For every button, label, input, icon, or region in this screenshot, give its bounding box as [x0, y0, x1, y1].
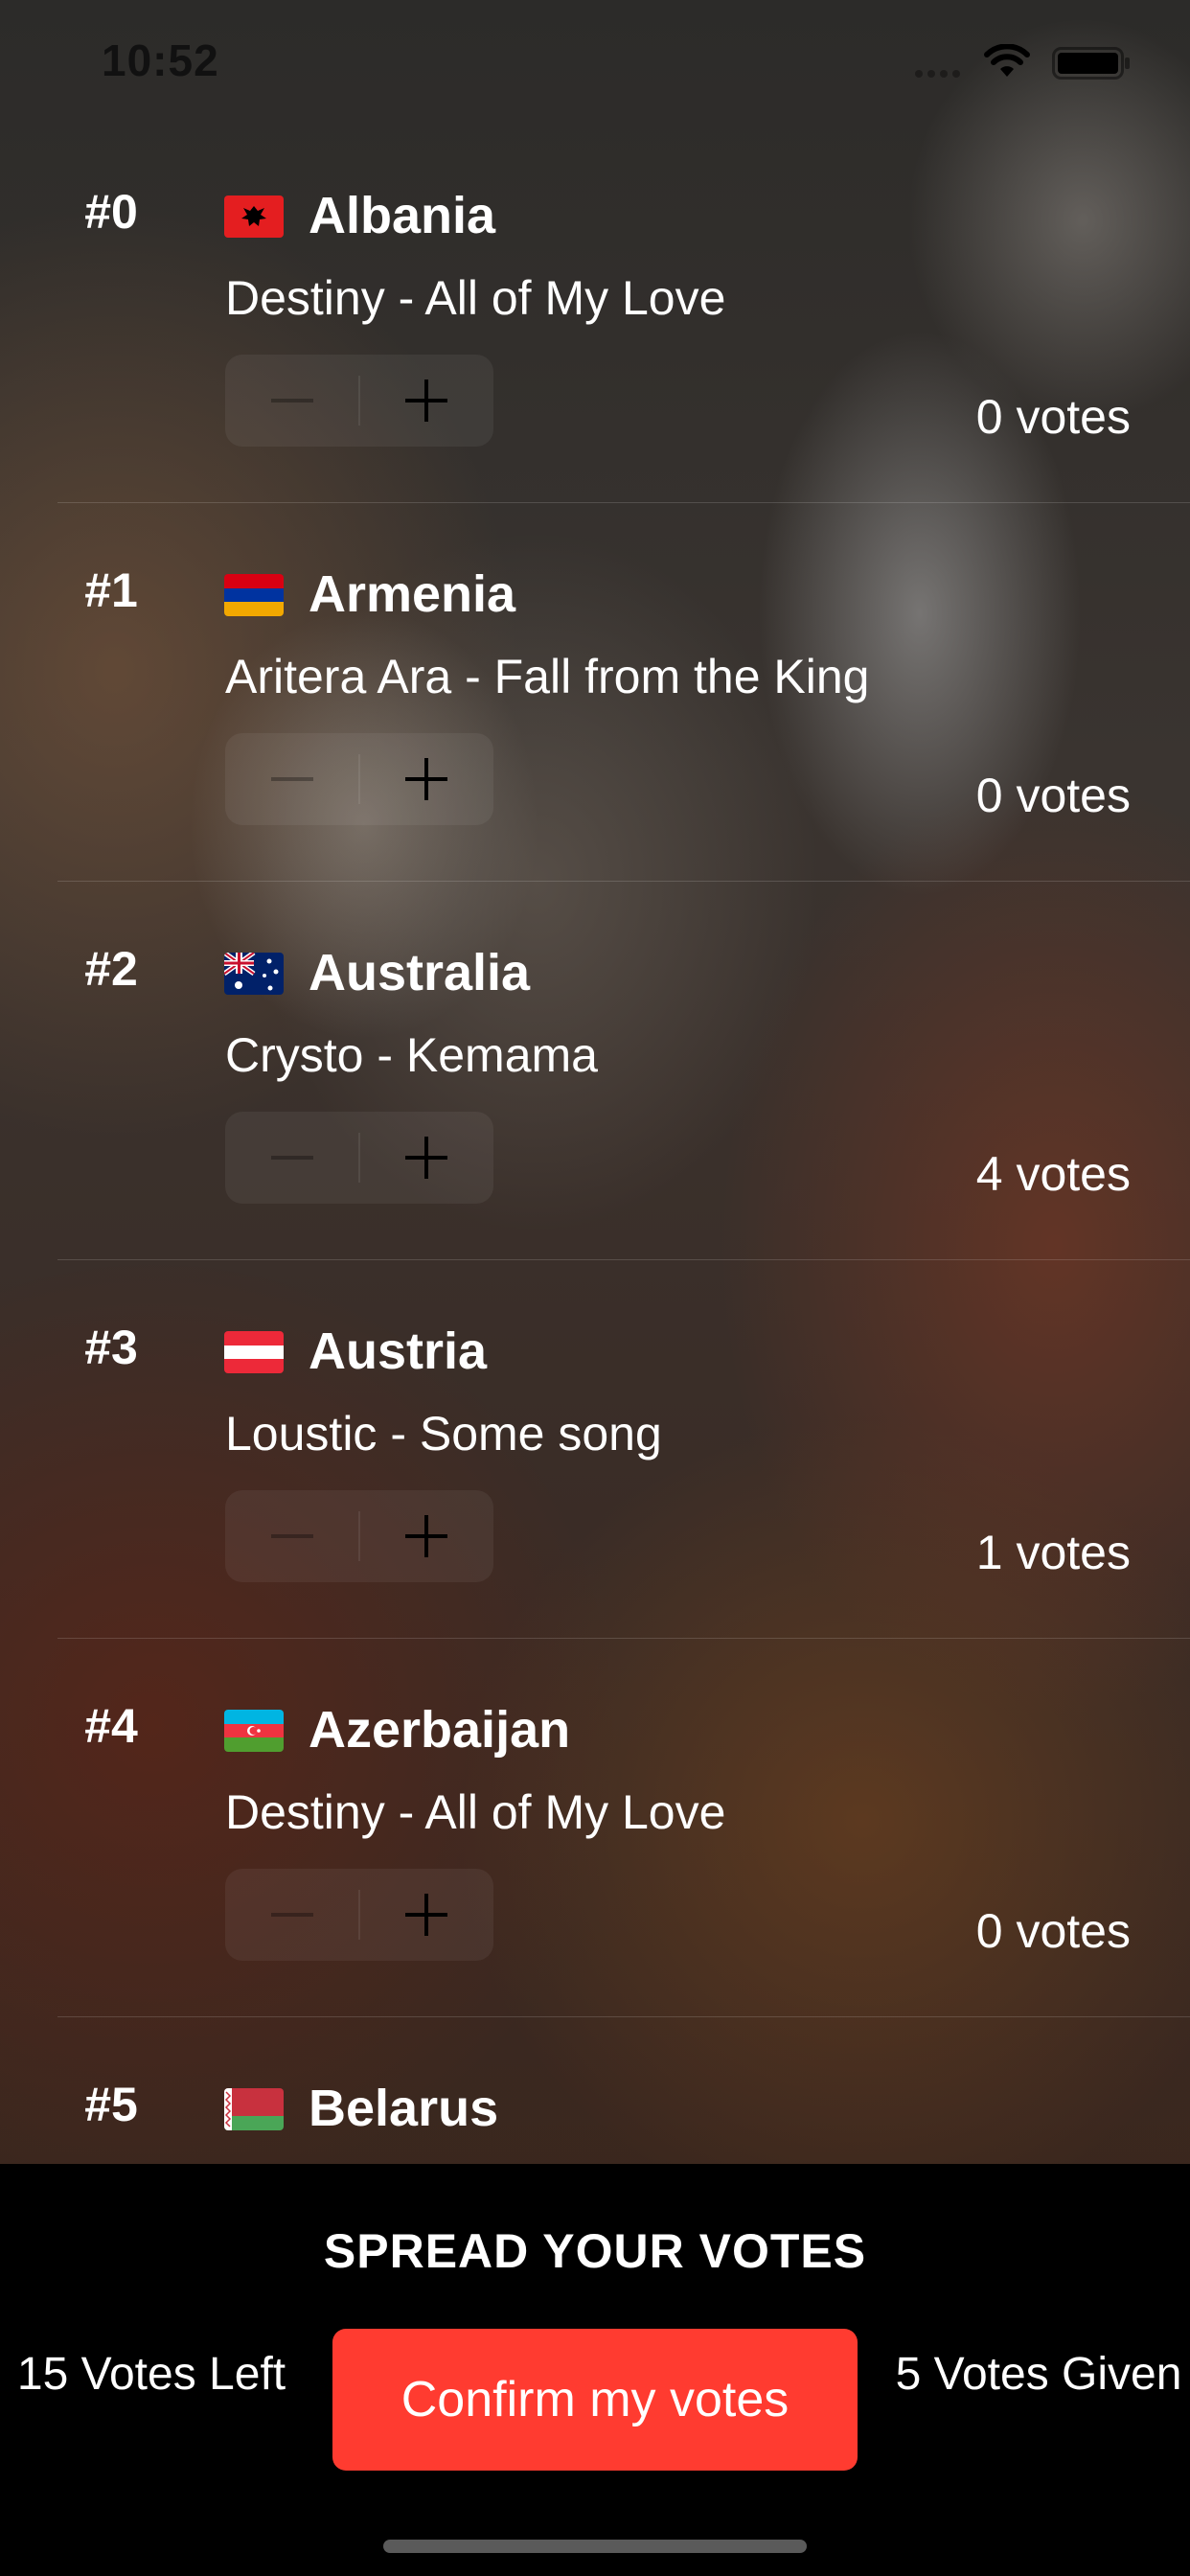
country-name: Armenia: [309, 565, 516, 623]
albania-flag-icon: [224, 196, 284, 238]
belarus-flag-icon: [224, 2088, 284, 2130]
contestant-row: #5 Belarus: [0, 2017, 1190, 2164]
vote-stepper[interactable]: [225, 1112, 493, 1204]
vote-count: 1 votes: [975, 1526, 1131, 1579]
vote-count: 0 votes: [975, 1904, 1131, 1958]
vote-stepper[interactable]: [225, 355, 493, 447]
increment-button[interactable]: [360, 1869, 493, 1961]
increment-button[interactable]: [360, 1490, 493, 1582]
decrement-button[interactable]: [225, 733, 358, 825]
vote-stepper[interactable]: [225, 1869, 493, 1961]
country-name: Australia: [309, 944, 531, 1001]
vote-count: 4 votes: [975, 1147, 1131, 1201]
armenia-flag-icon: [224, 574, 284, 616]
decrement-button[interactable]: [225, 1869, 358, 1961]
rank-label: #0: [84, 185, 138, 239]
australia-flag-icon: [224, 953, 284, 995]
cellular-signal-icon: [915, 70, 960, 78]
minus-icon: [270, 1913, 313, 1917]
contestant-row: #2 Australia Crysto - Kemama 4 votes: [0, 882, 1190, 1260]
decrement-button[interactable]: [225, 1112, 358, 1204]
song-title: Loustic - Some song: [225, 1407, 662, 1460]
plus-icon: [405, 1894, 448, 1936]
contestant-row: #3 Austria Loustic - Some song 1 votes: [0, 1260, 1190, 1639]
decrement-button[interactable]: [225, 1490, 358, 1582]
vote-count: 0 votes: [975, 390, 1131, 444]
song-title: Destiny - All of My Love: [225, 271, 726, 325]
battery-icon: [1052, 47, 1130, 80]
azerbaijan-flag-icon: [224, 1710, 284, 1752]
minus-icon: [270, 1534, 313, 1538]
rank-label: #1: [84, 564, 138, 617]
contestant-list[interactable]: #0 Albania Destiny - All of My Love 0 vo…: [0, 125, 1190, 2164]
panel-title: SPREAD YOUR VOTES: [323, 2224, 867, 2278]
votes-left-label: 15 Votes Left: [16, 2349, 286, 2400]
increment-button[interactable]: [360, 1112, 493, 1204]
votes-given-label: 5 Votes Given: [895, 2349, 1182, 2400]
wifi-icon: [984, 44, 1030, 77]
vote-count: 0 votes: [975, 769, 1131, 822]
increment-button[interactable]: [360, 733, 493, 825]
plus-icon: [405, 380, 448, 422]
minus-icon: [270, 399, 313, 402]
contestant-row: #0 Albania Destiny - All of My Love 0 vo…: [0, 125, 1190, 503]
country-name: Belarus: [309, 2080, 499, 2137]
plus-icon: [405, 1137, 448, 1179]
country-name: Albania: [309, 187, 496, 244]
plus-icon: [405, 758, 448, 800]
status-time: 10:52: [102, 35, 219, 85]
vote-summary-panel: SPREAD YOUR VOTES 15 Votes Left Confirm …: [0, 2164, 1190, 2576]
vote-stepper[interactable]: [225, 733, 493, 825]
vote-stepper[interactable]: [225, 1490, 493, 1582]
austria-flag-icon: [224, 1331, 284, 1373]
increment-button[interactable]: [360, 355, 493, 447]
decrement-button[interactable]: [225, 355, 358, 447]
plus-icon: [405, 1515, 448, 1557]
contestant-row: #4 Azerbaijan Destiny - All of My Love 0…: [0, 1639, 1190, 2017]
minus-icon: [270, 777, 313, 781]
song-title: Crysto - Kemama: [225, 1028, 598, 1082]
song-title: Destiny - All of My Love: [225, 1785, 726, 1839]
status-bar: 10:52: [0, 0, 1190, 125]
country-name: Azerbaijan: [309, 1701, 571, 1759]
song-title: Aritera Ara - Fall from the King: [225, 650, 870, 703]
country-name: Austria: [309, 1322, 488, 1380]
rank-label: #2: [84, 942, 138, 996]
contestant-row: #1 Armenia Aritera Ara - Fall from the K…: [0, 503, 1190, 882]
home-indicator[interactable]: [383, 2540, 807, 2553]
rank-label: #3: [84, 1321, 138, 1374]
rank-label: #5: [84, 2078, 138, 2131]
minus-icon: [270, 1156, 313, 1160]
confirm-votes-button[interactable]: Confirm my votes: [332, 2329, 858, 2471]
rank-label: #4: [84, 1699, 138, 1753]
